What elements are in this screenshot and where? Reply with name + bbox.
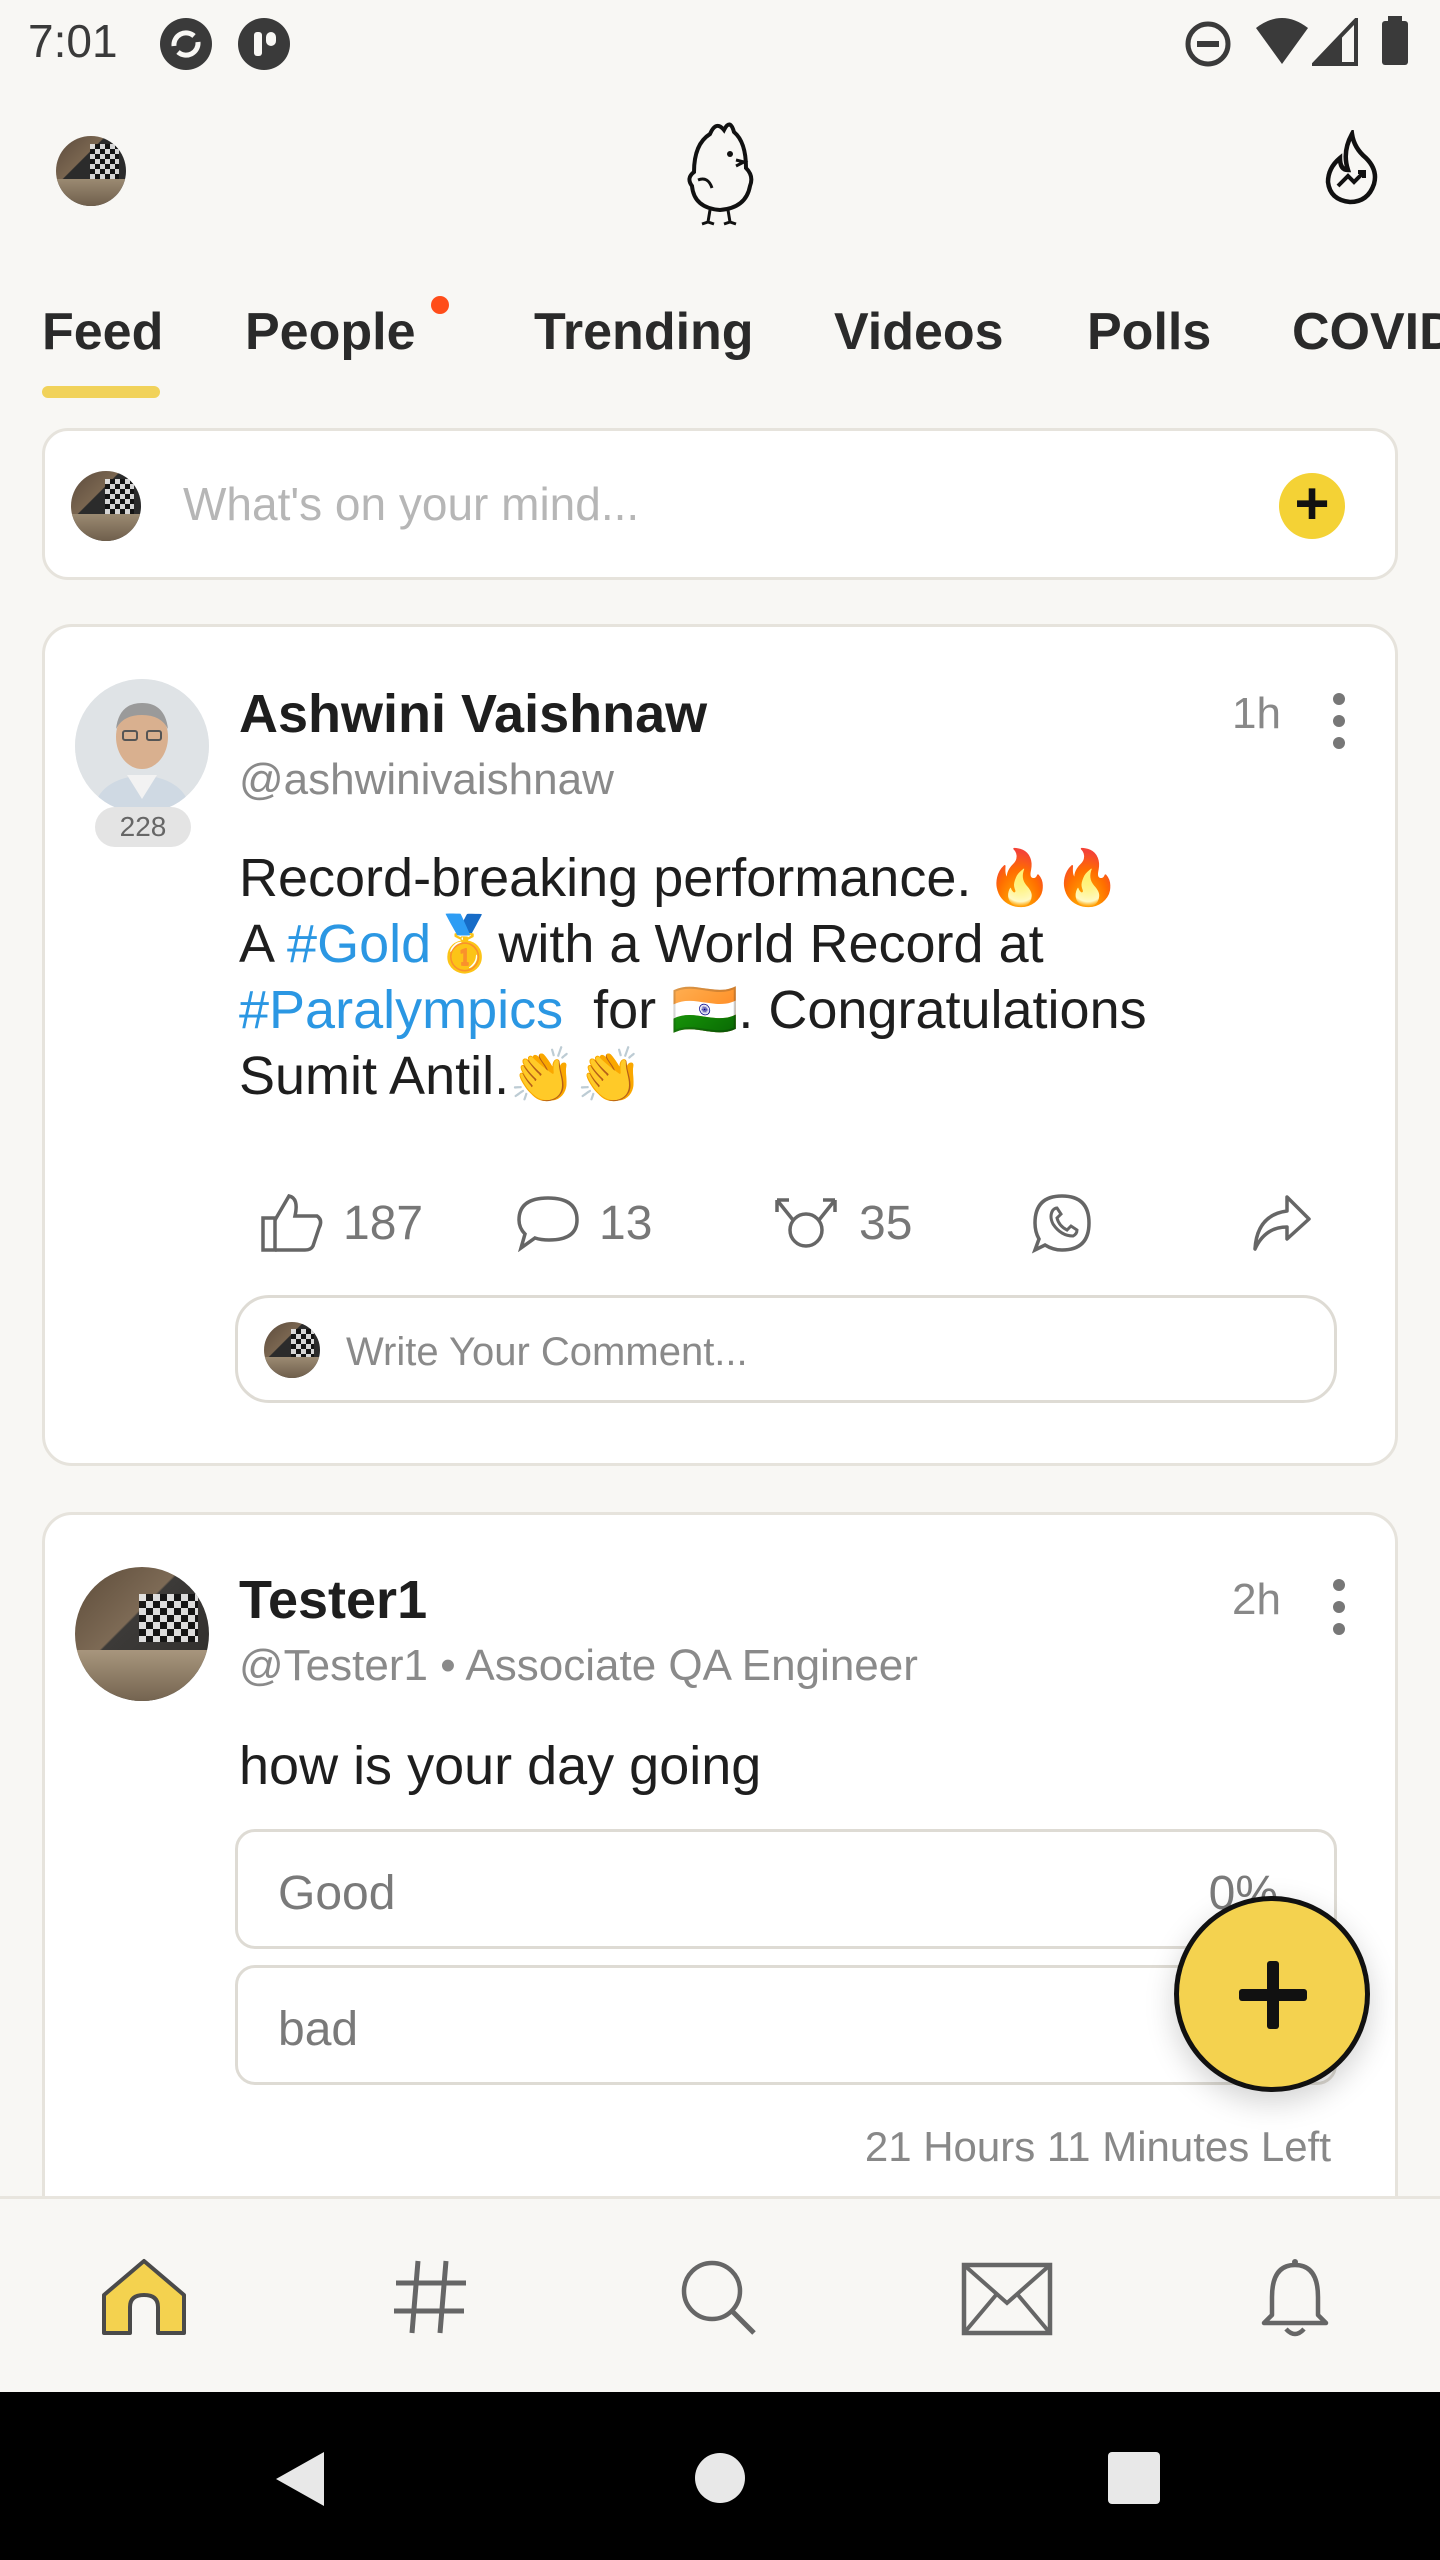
like-button[interactable]: 187 (259, 1183, 423, 1263)
home-icon[interactable] (96, 2255, 192, 2339)
author-title: Associate QA Engineer (465, 1641, 918, 1690)
author-avatar[interactable] (75, 679, 209, 813)
whatsapp-icon (1031, 1194, 1091, 1254)
hashtag-link[interactable]: #Paralympics (239, 980, 563, 1040)
author-subtitle: @Tester1 • Associate QA Engineer (239, 1641, 918, 1691)
author-name[interactable]: Tester1 (239, 1569, 427, 1631)
post-time: 1h (1232, 689, 1281, 738)
composer-placeholder[interactable]: What's on your mind... (183, 477, 639, 531)
create-post-fab[interactable] (1174, 1896, 1370, 2092)
post-text-fragment: 🥇with a World Record at (431, 914, 1044, 974)
trending-flame-icon[interactable] (1322, 130, 1380, 206)
poll-option[interactable]: bad (235, 1965, 1337, 2085)
status-bar: 7:01 (0, 0, 1440, 84)
post-text-line: Sumit Antil.👏👏 (239, 1046, 644, 1106)
recents-icon[interactable] (1108, 2452, 1160, 2504)
rekoo-button[interactable]: 35 (771, 1183, 912, 1263)
system-navigation-bar (0, 2392, 1440, 2560)
more-options-icon[interactable] (1333, 1579, 1345, 1645)
post-text: Record-breaking performance. 🔥🔥 A #Gold🥇… (239, 845, 1299, 1109)
status-time: 7:01 (28, 15, 118, 67)
post-text-fragment: A (239, 914, 288, 974)
sync-icon (160, 18, 212, 70)
separator: • (427, 1641, 466, 1690)
post-time: 2h (1232, 1575, 1281, 1624)
battery-icon (1382, 16, 1408, 65)
tab-trending[interactable]: Trending (534, 302, 754, 362)
share-arrow-icon (1253, 1195, 1311, 1251)
post-text-line: Record-breaking performance. 🔥🔥 (239, 848, 1121, 908)
comment-placeholder[interactable]: Write Your Comment... (346, 1330, 748, 1375)
messages-icon[interactable] (960, 2261, 1054, 2337)
wifi-icon (1256, 18, 1308, 64)
author-handle[interactable]: @Tester1 (239, 1641, 428, 1690)
plus-icon (1239, 1961, 1307, 2029)
thumbs-up-icon (261, 1194, 323, 1252)
post-card[interactable]: 228 Ashwini Vaishnaw @ashwinivaishnaw 1h… (42, 624, 1398, 1466)
poll-time-left: 21 Hours 11 Minutes Left (864, 2123, 1331, 2170)
like-count: 187 (343, 1196, 424, 1250)
comment-count: 13 (599, 1196, 653, 1250)
post-text-line: A #Gold🥇with a World Record at (239, 911, 1299, 977)
whatsapp-share-button[interactable] (1031, 1183, 1093, 1263)
post-composer[interactable]: What's on your mind... + (42, 428, 1398, 580)
profile-avatar[interactable] (56, 136, 126, 206)
tab-polls[interactable]: Polls (1087, 302, 1211, 362)
post-text: how is your day going (239, 1736, 762, 1796)
dnd-icon (1185, 21, 1231, 67)
poll-option-label: bad (278, 2003, 359, 2056)
comment-avatar (264, 1322, 320, 1378)
comment-input[interactable]: Write Your Comment... (235, 1295, 1337, 1403)
active-tab-indicator (42, 386, 160, 398)
tab-covid[interactable]: COVID (1292, 302, 1440, 362)
share-button[interactable] (1251, 1183, 1313, 1263)
notification-dot (431, 296, 449, 314)
rekoo-icon (775, 1198, 837, 1248)
poll-option[interactable]: Good 0% (235, 1829, 1337, 1949)
comment-icon (517, 1196, 579, 1252)
tab-feed[interactable]: Feed (42, 302, 163, 362)
comment-button[interactable]: 13 (515, 1183, 652, 1263)
bottom-navigation (0, 2196, 1440, 2392)
notifications-icon[interactable] (1260, 2257, 1330, 2341)
feed-tabs: Feed People Trending Videos Polls COVID (0, 290, 1440, 410)
post-text-line: #Paralympics for 🇮🇳. Congratulations (239, 977, 1299, 1043)
app-icon (238, 18, 290, 70)
compose-plus-button[interactable]: + (1279, 473, 1345, 539)
home-button-icon[interactable] (694, 2452, 746, 2504)
hashtag-icon[interactable] (388, 2255, 472, 2339)
more-options-icon[interactable] (1333, 693, 1345, 759)
composer-avatar (71, 471, 141, 541)
post-text-fragment: for 🇮🇳. Congratulations (563, 980, 1147, 1040)
app-header (0, 100, 1440, 250)
search-icon[interactable] (676, 2255, 760, 2339)
rekoo-count: 35 (859, 1196, 913, 1250)
koo-bird-logo (687, 122, 754, 226)
hashtag-link[interactable]: #Gold (287, 914, 431, 974)
author-avatar[interactable] (75, 1567, 209, 1701)
tab-people[interactable]: People (245, 302, 416, 362)
follower-badge: 228 (95, 807, 191, 847)
tab-videos[interactable]: Videos (834, 302, 1004, 362)
author-name[interactable]: Ashwini Vaishnaw (239, 683, 707, 745)
signal-icon (1312, 18, 1358, 66)
poll-option-label: Good (278, 1867, 396, 1920)
back-icon[interactable] (272, 2448, 328, 2510)
author-handle[interactable]: @ashwinivaishnaw (239, 755, 614, 805)
